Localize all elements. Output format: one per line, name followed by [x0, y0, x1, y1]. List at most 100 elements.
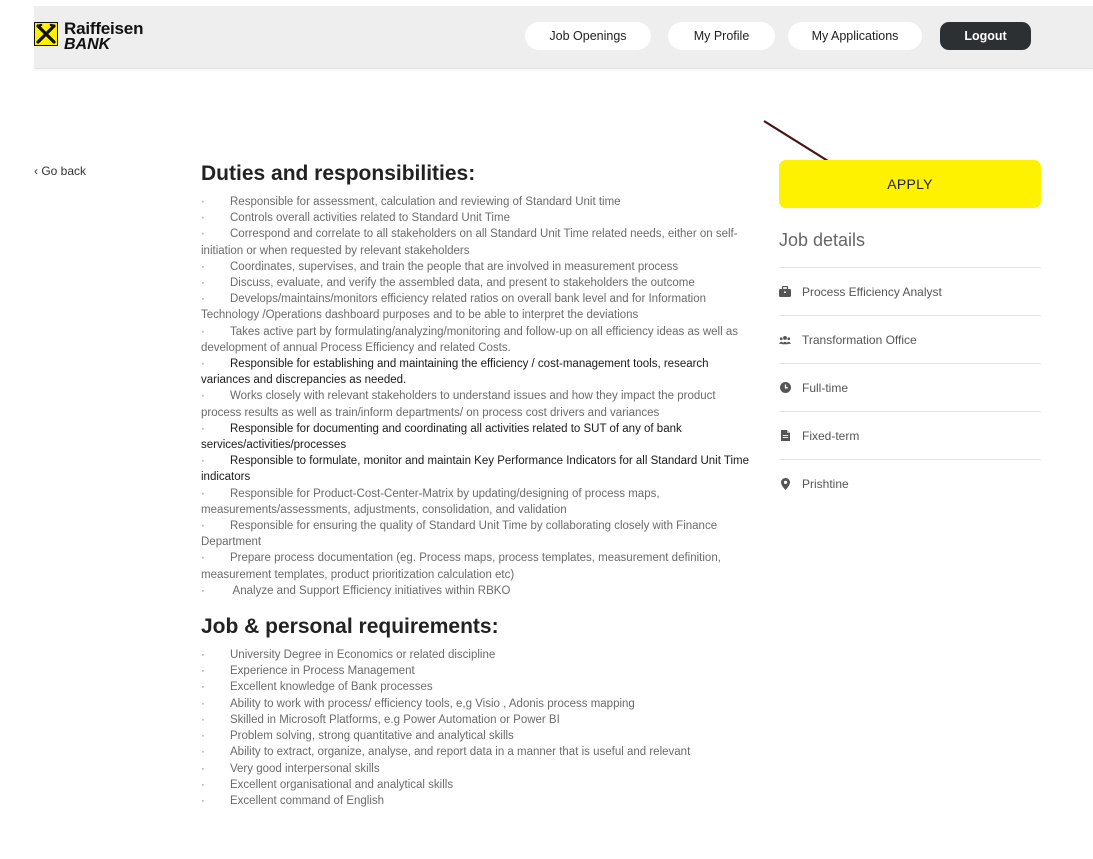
duty-text: Responsible for ensuring the quality of …: [201, 520, 718, 549]
job-detail-department: Transformation Office: [779, 315, 1041, 363]
bullet-dot: ·: [201, 455, 205, 468]
requirement-text: Excellent command of English: [230, 794, 385, 807]
requirement-item: · Problem solving, strong quantitative an…: [201, 728, 751, 744]
briefcase-icon: [779, 286, 791, 298]
job-detail-label: Fixed-term: [802, 428, 860, 443]
requirement-item: · Very good interpersonal skills: [201, 761, 751, 777]
requirement-item: · Ability to work with process/ efficienc…: [201, 696, 751, 712]
bullet-dot: ·: [201, 584, 205, 597]
requirement-item: · Skilled in Microsoft Platforms, e.g Pow…: [201, 712, 751, 728]
nav-my-profile-button[interactable]: My Profile: [668, 22, 775, 50]
nav-my-applications-button[interactable]: My Applications: [788, 22, 922, 50]
requirement-item: · Experience in Process Management: [201, 663, 751, 679]
job-details-list: Process Efficiency Analyst Transformatio…: [779, 267, 1041, 507]
requirement-text: University Degree in Economics or relate…: [230, 649, 496, 662]
bullet-dot: ·: [201, 228, 205, 241]
duty-item: · Correspond and correlate to all stakeho…: [201, 226, 751, 258]
duty-item: · Controls overall activities related to …: [201, 210, 751, 226]
chevron-left-icon: ‹: [34, 164, 38, 178]
requirement-text: Problem solving, strong quantitative and…: [230, 730, 514, 743]
job-detail-label: Transformation Office: [802, 332, 917, 347]
duty-item: · Responsible for documenting and coordin…: [201, 421, 751, 453]
duty-item: · Responsible to formulate, monitor and m…: [201, 453, 751, 485]
duty-text: Responsible for assessment, calculation …: [230, 196, 621, 208]
job-detail-label: Full-time: [802, 380, 849, 395]
bullet-dot: ·: [201, 358, 205, 371]
bullet-dot: ·: [201, 762, 205, 775]
requirement-text: Experience in Process Management: [230, 665, 415, 678]
bullet-dot: ·: [201, 277, 205, 290]
duty-text: Responsible for establishing and maintai…: [201, 358, 709, 387]
logo-text-bank: BANK: [64, 36, 111, 53]
duty-text: Analyze and Support Efficiency initiativ…: [230, 584, 511, 597]
requirement-item: · Excellent command of English: [201, 793, 751, 809]
requirement-text: Very good interpersonal skills: [230, 762, 380, 775]
duty-text: Discuss, evaluate, and verify the assemb…: [230, 277, 695, 290]
job-detail-contract: Fixed-term: [779, 411, 1041, 459]
job-detail-schedule: Full-time: [779, 363, 1041, 411]
requirement-text: Excellent knowledge of Bank processes: [230, 681, 433, 694]
bullet-dot: ·: [201, 196, 205, 208]
bullet-dot: ·: [201, 212, 205, 225]
bullet-dot: ·: [201, 260, 205, 273]
requirements-list: · University Degree in Economics or relat…: [201, 647, 751, 809]
duty-item: · Responsible for assessment, calculation…: [201, 194, 751, 210]
duty-text: Develops/maintains/monitors efficiency r…: [201, 293, 707, 322]
bullet-dot: ·: [201, 697, 205, 710]
requirement-item: · Excellent organisational and analytical…: [201, 777, 751, 793]
duties-heading: Duties and responsibilities:: [201, 162, 476, 185]
page: Raiffeisen BANK Job Openings My Profile …: [0, 0, 1093, 859]
bullet-dot: ·: [201, 390, 205, 403]
bullet-dot: ·: [201, 794, 205, 807]
bullet-dot: ·: [201, 730, 205, 743]
requirement-text: Excellent organisational and analytical …: [230, 778, 454, 791]
nav-job-openings-button[interactable]: Job Openings: [525, 22, 651, 50]
raiffeisen-logo[interactable]: Raiffeisen BANK: [34, 20, 174, 60]
document-icon: [779, 430, 791, 442]
bullet-dot: ·: [201, 487, 205, 500]
job-detail-location: Prishtine: [779, 459, 1041, 507]
duty-text: Coordinates, supervises, and train the p…: [230, 260, 679, 273]
duty-text: Controls overall activities related to S…: [230, 212, 510, 225]
requirements-section: Job & personal requirements: · University…: [201, 613, 751, 809]
duty-text: Correspond and correlate to all stakehol…: [201, 228, 738, 257]
bullet-dot: ·: [201, 293, 205, 306]
bullet-dot: ·: [201, 746, 205, 759]
job-detail-position: Process Efficiency Analyst: [779, 267, 1041, 315]
bullet-dot: ·: [201, 681, 205, 694]
duty-item: · Prepare process documentation (eg. Proc…: [201, 550, 751, 582]
duties-list: · Responsible for assessment, calculation…: [201, 194, 751, 599]
duty-item: · Works closely with relevant stakeholder…: [201, 388, 751, 420]
duty-text: Responsible for Product-Cost-Center-Matr…: [201, 487, 660, 516]
bullet-dot: ·: [201, 713, 205, 726]
logout-button[interactable]: Logout: [940, 22, 1031, 50]
go-back-link[interactable]: ‹ Go back: [34, 164, 86, 178]
duty-text: Responsible to formulate, monitor and ma…: [201, 455, 750, 484]
requirement-text: Skilled in Microsoft Platforms, e.g Powe…: [230, 713, 560, 726]
duty-text: Responsible for documenting and coordina…: [201, 422, 682, 452]
requirement-item: · University Degree in Economics or relat…: [201, 647, 751, 663]
raiffeisen-logo-mark-icon: [34, 22, 58, 46]
duty-item: · Responsible for ensuring the quality of…: [201, 518, 751, 550]
clock-icon: [779, 382, 791, 394]
bullet-dot: ·: [201, 778, 205, 791]
duty-item: · Takes active part by formulating/analyz…: [201, 324, 751, 356]
bullet-dot: ·: [201, 552, 205, 565]
duty-item: · Develops/maintains/monitors efficiency …: [201, 291, 751, 323]
duty-item: · Analyze and Support Efficiency initiat…: [201, 583, 751, 599]
requirement-text: Ability to extract, organize, analyse, a…: [230, 746, 691, 759]
apply-button[interactable]: APPLY: [779, 160, 1041, 208]
duty-item: · Responsible for establishing and mainta…: [201, 356, 751, 388]
duty-text: Takes active part by formulating/analyzi…: [201, 325, 738, 354]
bullet-dot: ·: [201, 665, 205, 678]
duty-text: Prepare process documentation (eg. Proce…: [201, 552, 721, 581]
bullet-dot: ·: [201, 422, 205, 435]
bullet-dot: ·: [201, 649, 205, 662]
users-icon: [779, 334, 791, 346]
job-detail-label: Prishtine: [802, 476, 849, 491]
logo-text-raiffeisen: Raiffeisen: [64, 19, 144, 38]
job-details-heading: Job details: [779, 230, 866, 250]
bullet-dot: ·: [201, 325, 205, 338]
go-back-label: Go back: [41, 164, 87, 178]
job-description: Duties and responsibilities: · Responsibl…: [201, 160, 751, 809]
